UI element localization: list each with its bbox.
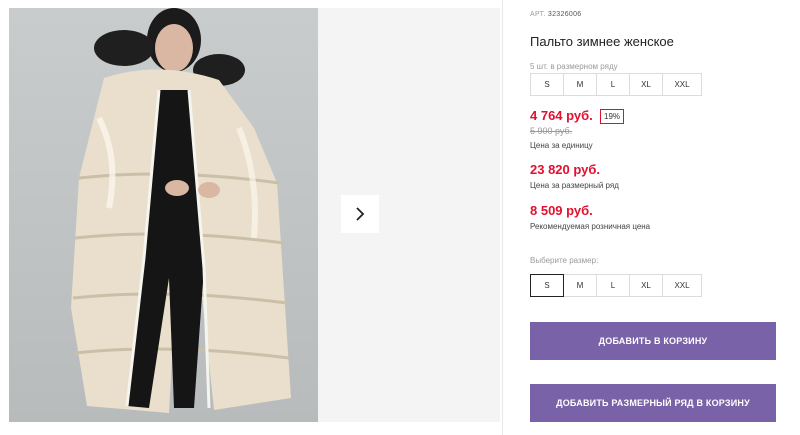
range-size-xl: XL bbox=[629, 73, 663, 96]
add-range-to-cart-button[interactable]: ДОБАВИТЬ РАЗМЕРНЫЙ РЯД В КОРЗИНУ bbox=[530, 384, 776, 422]
range-size-xxl: XXL bbox=[662, 73, 702, 96]
sku-label: АРТ. bbox=[530, 11, 546, 18]
retail-price: 8 509 руб. bbox=[530, 203, 593, 218]
product-gallery bbox=[0, 0, 502, 435]
unit-price: 4 764 руб. bbox=[530, 108, 593, 123]
range-size-s: S bbox=[530, 73, 564, 96]
discount-badge: 19% bbox=[600, 109, 625, 124]
product-title: Пальто зимнее женское bbox=[530, 34, 674, 49]
product-photo[interactable] bbox=[9, 8, 318, 422]
range-size-l: L bbox=[596, 73, 630, 96]
coat-illustration bbox=[71, 8, 291, 413]
range-count-label: 5 шт. в размерном ряду bbox=[530, 62, 618, 71]
range-size-list: S M L XL XXL bbox=[530, 73, 702, 96]
size-selector: S M L XL XXL bbox=[530, 274, 702, 297]
size-option-l[interactable]: L bbox=[596, 274, 630, 297]
size-option-xxl[interactable]: XXL bbox=[662, 274, 702, 297]
panel-divider bbox=[502, 0, 503, 435]
add-to-cart-button[interactable]: ДОБАВИТЬ В КОРЗИНУ bbox=[530, 322, 776, 360]
next-image-button[interactable] bbox=[341, 195, 379, 233]
unit-price-note: Цена за единицу bbox=[530, 141, 593, 150]
range-price-note: Цена за размерный ряд bbox=[530, 181, 619, 190]
sku: АРТ. 32326006 bbox=[530, 11, 581, 18]
retail-price-note: Рекомендуемая розничная цена bbox=[530, 222, 651, 231]
size-option-m[interactable]: M bbox=[563, 274, 597, 297]
sku-value: 32326006 bbox=[547, 11, 582, 18]
chevron-right-icon bbox=[356, 207, 365, 221]
old-price: 5 900 руб. bbox=[530, 126, 573, 136]
range-price: 23 820 руб. bbox=[530, 162, 601, 177]
choose-size-label: Выберите размер: bbox=[530, 256, 599, 265]
range-size-m: M bbox=[563, 73, 597, 96]
size-option-s[interactable]: S bbox=[530, 274, 564, 297]
size-option-xl[interactable]: XL bbox=[629, 274, 663, 297]
